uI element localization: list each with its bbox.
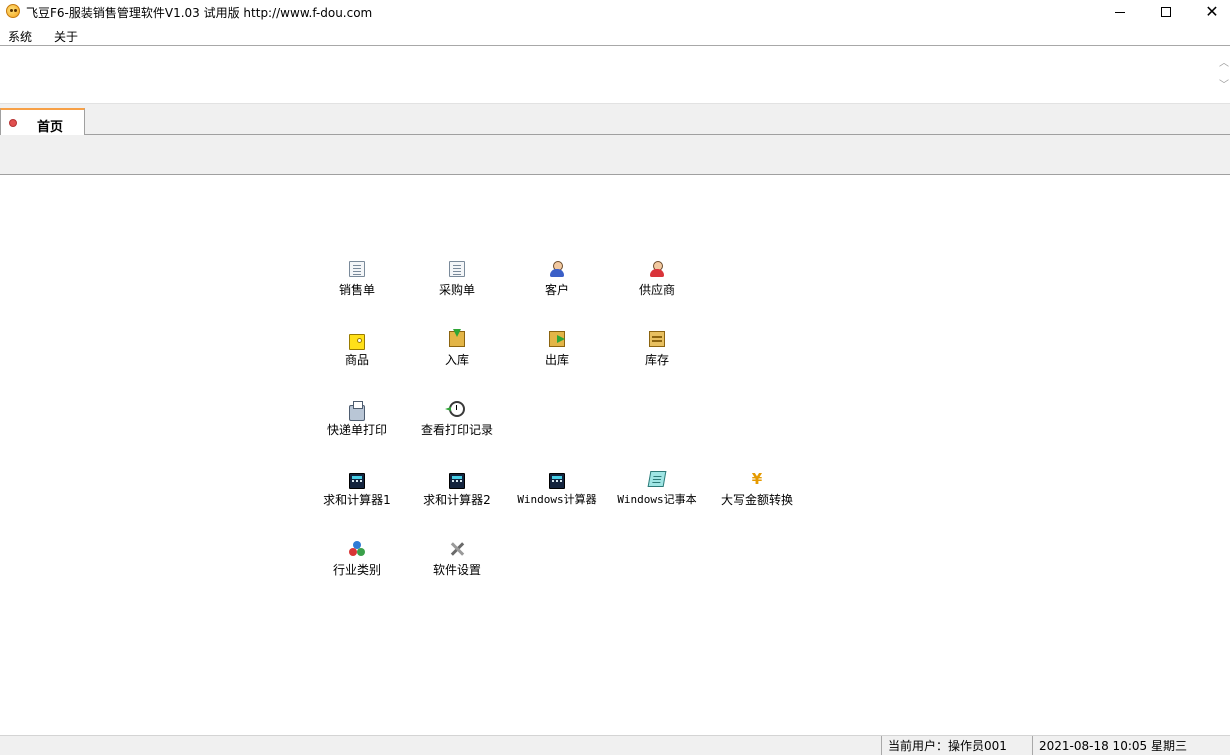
- launcher-stock-out[interactable]: 出库: [507, 331, 607, 381]
- launcher-label: 行业类别: [332, 563, 381, 577]
- launcher-label: Windows计算器: [517, 493, 597, 506]
- supplier-icon: [649, 261, 665, 277]
- launcher-label: 求和计算器1: [323, 493, 391, 507]
- maximize-button[interactable]: [1143, 0, 1189, 24]
- tab-home-label: 首页: [37, 120, 64, 135]
- chevron-down-icon[interactable]: ﹀: [1219, 81, 1229, 91]
- menu-about[interactable]: 关于: [54, 28, 78, 45]
- tools-icon: [449, 541, 465, 557]
- launcher-label: 大写金额转换: [720, 493, 793, 507]
- launcher-label: 采购单: [438, 283, 475, 297]
- stock-out-icon: [549, 331, 565, 347]
- menu-bar: 系统 关于: [0, 24, 1230, 46]
- stock-in-icon: [449, 331, 465, 347]
- calculator-icon: [449, 473, 465, 489]
- launcher-supplier[interactable]: 供应商: [607, 261, 707, 311]
- app-logo-icon: [6, 4, 20, 18]
- launcher-label: 入库: [444, 353, 469, 367]
- yen-icon: ¥: [751, 470, 763, 488]
- purchase-order-icon: [449, 261, 465, 277]
- notepad-icon: [647, 471, 667, 487]
- launcher-amount-converter[interactable]: ¥ 大写金额转换: [707, 471, 807, 521]
- calculator-icon: [549, 473, 565, 489]
- launcher-print-history[interactable]: 查看打印记录: [407, 401, 507, 451]
- history-icon: [449, 401, 465, 417]
- launcher-software-settings[interactable]: 软件设置: [407, 541, 507, 591]
- launcher-label: 供应商: [638, 283, 675, 297]
- launcher-express-print[interactable]: 快递单打印: [307, 401, 407, 451]
- close-icon: ✕: [1205, 2, 1219, 21]
- status-datetime: 2021-08-18 10:05 星期三: [1032, 736, 1230, 755]
- launcher-sum-calculator-2[interactable]: 求和计算器2: [407, 471, 507, 521]
- status-bar: 当前用户：操作员001 2021-08-18 10:05 星期三: [0, 735, 1230, 755]
- maximize-icon: [1161, 7, 1171, 17]
- launcher-industry-category[interactable]: 行业类别: [307, 541, 407, 591]
- close-button[interactable]: ✕: [1189, 0, 1230, 24]
- tab-sub-bar: [0, 135, 1230, 175]
- inventory-icon: [649, 331, 665, 347]
- title-bar: 飞豆F6-服装销售管理软件V1.03 试用版 http://www.f-dou.…: [0, 0, 1230, 24]
- tab-strip: 首页: [0, 104, 1230, 136]
- chevron-up-icon[interactable]: ︿: [1219, 59, 1229, 69]
- launcher-label: Windows记事本: [617, 493, 697, 506]
- toolbar-area: ︿ ﹀: [0, 47, 1230, 104]
- launcher-sales-order[interactable]: 销售单: [307, 261, 407, 311]
- launcher-label: 商品: [344, 353, 369, 367]
- menu-system[interactable]: 系统: [8, 28, 32, 45]
- launcher-label: 库存: [644, 353, 669, 367]
- minimize-button[interactable]: [1097, 0, 1143, 24]
- launcher-label: 查看打印记录: [420, 423, 493, 437]
- launcher-product[interactable]: 商品: [307, 331, 407, 381]
- product-tag-icon: [349, 334, 365, 350]
- launcher-label: 快递单打印: [326, 423, 387, 437]
- launcher-purchase-order[interactable]: 采购单: [407, 261, 507, 311]
- calculator-icon: [349, 473, 365, 489]
- tab-home[interactable]: 首页: [0, 108, 85, 136]
- sales-order-icon: [349, 261, 365, 277]
- home-panel: 销售单 采购单 客户 供应商 商品 入库 出库 库存 快递单打印 查看打印记录: [0, 175, 1230, 735]
- status-current-user: 当前用户：操作员001: [881, 736, 1030, 755]
- launcher-windows-notepad[interactable]: Windows记事本: [607, 471, 707, 521]
- launcher-inventory[interactable]: 库存: [607, 331, 707, 381]
- category-icon: [349, 541, 365, 557]
- minimize-icon: [1115, 11, 1125, 13]
- launcher-label: 软件设置: [432, 563, 481, 577]
- launcher-label: 出库: [544, 353, 569, 367]
- launcher-label: 销售单: [338, 283, 375, 297]
- launcher-label: 求和计算器2: [423, 493, 491, 507]
- launcher-stock-in[interactable]: 入库: [407, 331, 507, 381]
- launcher-sum-calculator-1[interactable]: 求和计算器1: [307, 471, 407, 521]
- launcher-label: 客户: [544, 283, 569, 297]
- printer-icon: [349, 401, 365, 421]
- launcher-customer[interactable]: 客户: [507, 261, 607, 311]
- customer-icon: [549, 261, 565, 277]
- tab-status-dot-icon: [9, 119, 17, 127]
- window-title: 飞豆F6-服装销售管理软件V1.03 试用版 http://www.f-dou.…: [26, 6, 373, 20]
- launcher-windows-calculator[interactable]: Windows计算器: [507, 471, 607, 521]
